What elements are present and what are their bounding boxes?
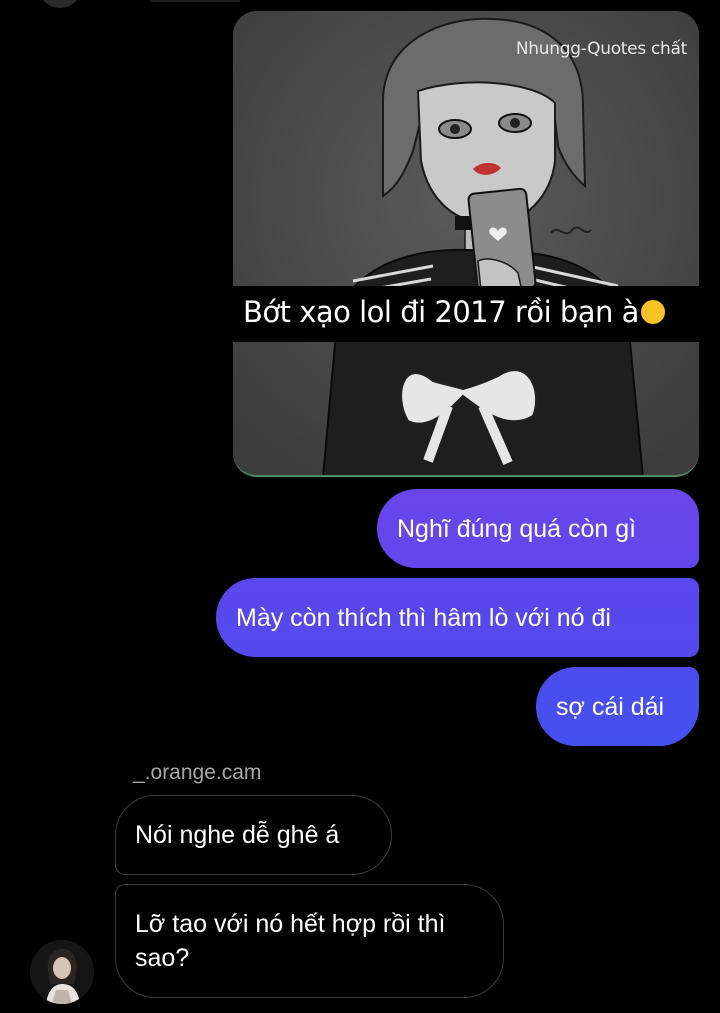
image-watermark-text: Nhungg-Quotes chất: [515, 39, 687, 59]
message-text: Nói nghe dễ ghê á: [135, 821, 340, 849]
message-text: sợ cái dái: [556, 692, 665, 721]
incoming-message-bubble[interactable]: Nói nghe dễ ghê á: [115, 795, 392, 875]
partial-avatar[interactable]: [38, 0, 82, 8]
sender-avatar-photo: [30, 940, 94, 1004]
image-caption-text: Bớt xạo lol đi 2017 rồi bạn à: [243, 295, 639, 329]
dm-thread: Nhungg-Quotes chất Bớt xạo lol đi 2017 r…: [0, 0, 720, 1013]
sender-username: _.orange.cam: [133, 761, 262, 784]
partial-divider: [150, 0, 240, 2]
outgoing-message-bubble[interactable]: sợ cái dái: [536, 667, 699, 746]
incoming-message-bubble[interactable]: Lỡ tao với nó hết hợp rồi thì sao?: [115, 884, 504, 998]
outgoing-message-bubble[interactable]: Nghĩ đúng quá còn gì: [377, 489, 699, 568]
message-text: Lỡ tao với nó hết hợp rồi thì sao?: [135, 910, 446, 972]
shared-image-message[interactable]: Nhungg-Quotes chất Bớt xạo lol đi 2017 r…: [233, 11, 699, 477]
message-text: Mày còn thích thì hâm lò với nó đi: [236, 603, 611, 632]
outgoing-message-bubble[interactable]: Mày còn thích thì hâm lò với nó đi: [216, 578, 699, 657]
anime-girl-illustration: [233, 11, 699, 475]
image-caption: Bớt xạo lol đi 2017 rồi bạn à: [243, 295, 665, 329]
sender-avatar[interactable]: [30, 940, 94, 1004]
message-text: Nghĩ đúng quá còn gì: [397, 514, 637, 543]
smirking-face-emoji-icon: [640, 300, 665, 324]
